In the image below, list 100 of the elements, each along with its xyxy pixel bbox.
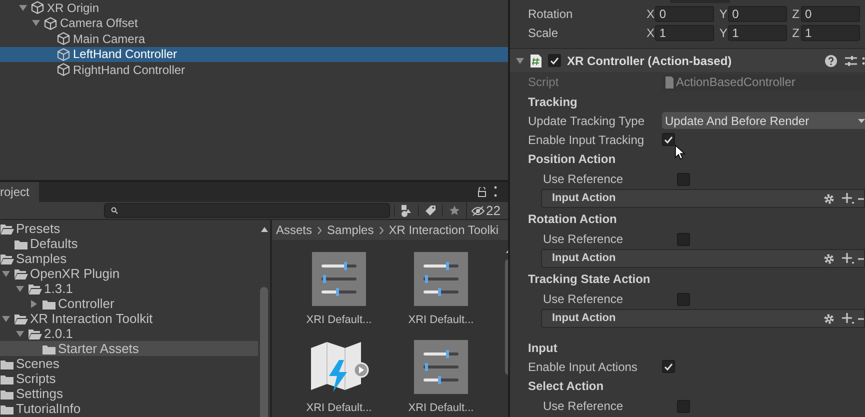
folder-item[interactable]: Scripts <box>0 371 258 386</box>
folder-item[interactable]: Presets <box>0 221 258 236</box>
field-label: Enable Input Actions <box>527 358 638 376</box>
open-folder-icon <box>28 328 42 340</box>
folder-item[interactable]: Defaults <box>0 236 258 251</box>
hierarchy-item[interactable]: LeftHand Controller <box>0 46 508 62</box>
field-label: Enable Input Tracking <box>527 132 646 148</box>
breadcrumb-link[interactable]: Samples <box>327 221 374 239</box>
hierarchy-item[interactable]: XR Origin <box>0 0 508 16</box>
checkbox[interactable] <box>677 172 690 186</box>
folder-item[interactable]: XR Interaction Toolkit <box>0 311 258 326</box>
asset-name: XRI Default... <box>408 401 474 416</box>
folder-item[interactable]: Controller <box>0 296 258 311</box>
lock-icon[interactable] <box>478 187 486 197</box>
preset-sliders-icon[interactable] <box>414 340 468 394</box>
preset-sliders-icon[interactable] <box>414 252 468 306</box>
group-heading: Select Action <box>527 378 604 395</box>
more-options-icon[interactable] <box>862 56 865 64</box>
number-field[interactable]: 1 <box>655 24 714 40</box>
folder-item[interactable]: 1.3.1 <box>0 281 258 296</box>
component-title: XR Controller (Action-based) <box>567 52 732 70</box>
folder-item[interactable]: Samples <box>0 251 258 266</box>
settings-sliders-icon[interactable] <box>845 54 857 66</box>
group-heading: Rotation Action <box>527 211 617 228</box>
checkbox[interactable] <box>677 400 690 412</box>
breadcrumb-link[interactable]: XR Interaction Toolki <box>388 221 499 239</box>
section-heading: Tracking <box>527 94 578 110</box>
field-label: Use Reference <box>542 171 624 188</box>
folder-icon <box>0 402 14 414</box>
asset-name: XRI Default... <box>306 313 372 328</box>
action-label: Input Action <box>552 191 617 206</box>
scroll-up-icon[interactable] <box>260 227 268 232</box>
file-icon <box>665 76 674 88</box>
folder-icon <box>42 298 56 310</box>
expand-arrow-icon[interactable] <box>516 56 524 64</box>
field-label: Update Tracking Type <box>527 112 646 130</box>
asset-name: XRI Default... <box>306 401 372 416</box>
hierarchy-item[interactable]: Camera Offset <box>0 16 508 31</box>
folder-item[interactable]: Scenes <box>0 356 258 371</box>
axis-label: X <box>646 24 656 42</box>
map-lightning-icon[interactable] <box>309 340 369 394</box>
folder-item[interactable]: TutorialInfo <box>0 401 258 416</box>
cube-icon <box>31 1 44 14</box>
axis-label: Z <box>792 6 800 22</box>
checkbox[interactable] <box>662 133 675 146</box>
script-file-icon <box>530 54 542 68</box>
checkbox[interactable] <box>662 360 675 373</box>
dropdown-arrow-icon <box>858 118 865 122</box>
preset-sliders-icon[interactable] <box>312 252 366 306</box>
folder-icon <box>0 388 14 400</box>
breadcrumb-link[interactable]: Assets <box>276 221 312 239</box>
folder-icon <box>42 342 56 354</box>
add-icon[interactable] <box>842 193 854 204</box>
tag-icon[interactable] <box>425 205 436 216</box>
hierarchy-item[interactable]: RightHand Controller <box>0 62 508 78</box>
axis-label: Y <box>719 24 728 42</box>
star-icon[interactable] <box>449 205 460 216</box>
chevron-right-icon <box>317 226 322 234</box>
cube-icon <box>57 63 70 76</box>
action-label: Input Action <box>552 311 617 326</box>
project-tab[interactable]: roject <box>0 182 40 202</box>
folder-item[interactable]: OpenXR Plugin <box>0 266 258 281</box>
checkbox[interactable] <box>677 292 690 306</box>
folder-icon <box>0 372 14 384</box>
group-heading: Position Action <box>527 151 616 168</box>
add-icon[interactable] <box>842 313 854 324</box>
dropdown[interactable]: Update And Before Render <box>662 112 865 129</box>
add-icon[interactable] <box>842 253 854 264</box>
collapse-arrow-icon[interactable] <box>30 300 38 308</box>
more-options-icon[interactable] <box>494 186 497 197</box>
scrollbar-thumb[interactable] <box>260 287 268 417</box>
field-label: Rotation <box>527 6 574 22</box>
hierarchy-item[interactable]: Main Camera <box>0 31 508 46</box>
enable-checkbox[interactable] <box>548 54 561 67</box>
group-heading: Tracking State Action <box>527 271 650 288</box>
cube-icon <box>57 48 70 61</box>
section-heading: Input <box>527 340 558 356</box>
open-folder-icon <box>28 282 42 294</box>
folder-item[interactable]: 2.0.1 <box>0 326 258 341</box>
folder-item[interactable]: Starter Assets <box>0 341 258 356</box>
folder-icon <box>14 238 28 250</box>
open-folder-icon <box>14 268 28 280</box>
gear-icon[interactable] <box>823 252 835 264</box>
gear-icon[interactable] <box>823 312 835 324</box>
gear-icon[interactable] <box>823 192 835 204</box>
number-field[interactable]: 0 <box>728 6 788 22</box>
help-icon[interactable] <box>825 54 837 66</box>
chevron-right-icon <box>378 226 384 234</box>
shapes-icon[interactable] <box>401 204 412 216</box>
folder-item[interactable]: Settings <box>0 386 258 401</box>
field-label: Use Reference <box>542 291 624 308</box>
search-field[interactable] <box>104 203 390 218</box>
checkbox[interactable] <box>677 232 690 246</box>
number-field[interactable]: 1 <box>801 24 860 40</box>
field-label: Script <box>527 74 560 91</box>
number-field[interactable]: 0 <box>801 6 860 22</box>
axis-label: X <box>646 6 656 22</box>
number-field[interactable]: 0 <box>655 6 714 22</box>
number-field[interactable]: 1 <box>728 24 788 40</box>
open-folder-icon <box>14 312 28 324</box>
